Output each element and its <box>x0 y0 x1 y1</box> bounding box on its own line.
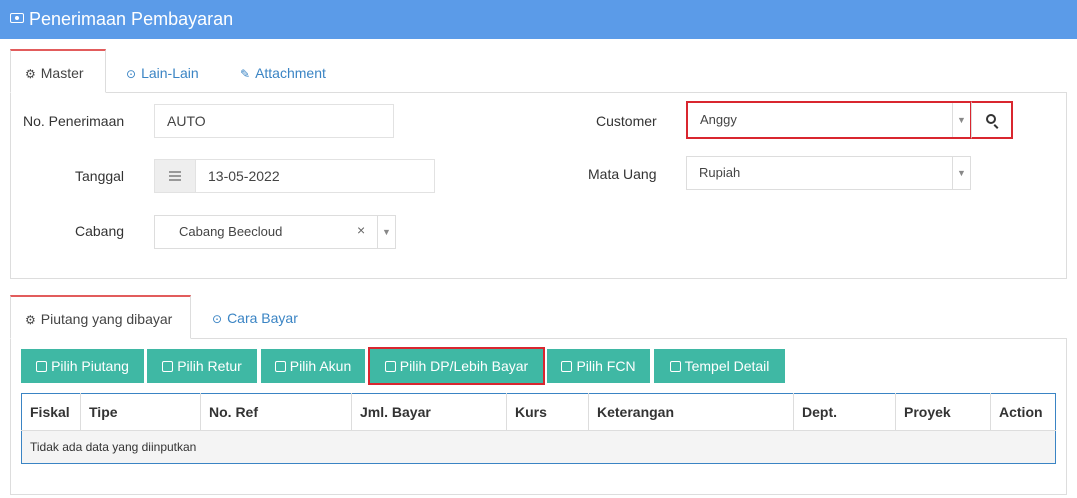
pilih-retur-button[interactable]: Pilih Retur <box>147 349 257 383</box>
title-bar: Penerimaan Pembayaran <box>0 0 1077 39</box>
pilih-akun-label: Pilih Akun <box>289 358 352 374</box>
pilih-piutang-button[interactable]: Pilih Piutang <box>21 349 144 383</box>
tab-cara-bayar-label: Cara Bayar <box>227 310 298 326</box>
gears-icon: ⚙ <box>25 67 36 81</box>
calendar-icon <box>169 171 181 181</box>
calendar-addon[interactable] <box>154 159 196 193</box>
column-header: Kurs <box>506 393 589 431</box>
clear-icon[interactable]: × <box>357 222 365 238</box>
table-header-row: Fiskal Tipe No. Ref Jml. Bayar Kurs Kete… <box>21 393 1056 431</box>
copy-icon <box>384 361 396 372</box>
no-penerimaan-field[interactable]: AUTO <box>154 104 394 138</box>
no-penerimaan-label: No. Penerimaan <box>23 113 125 129</box>
column-header: Dept. <box>793 393 896 431</box>
cabang-value: Cabang Beecloud <box>179 224 283 239</box>
check-circle-icon: ⊙ <box>126 67 137 81</box>
tempel-detail-button[interactable]: Tempel Detail <box>654 349 785 383</box>
money-icon <box>10 13 24 23</box>
check-circle-icon: ⊙ <box>212 312 223 326</box>
paperclip-icon: ✎ <box>240 67 251 81</box>
tab-master-label: Master <box>40 65 84 81</box>
paste-icon <box>669 361 681 372</box>
table-row: Tidak ada data yang diinputkan <box>21 430 1056 464</box>
pilih-retur-label: Pilih Retur <box>177 358 242 374</box>
tab-piutang-label: Piutang yang dibayar <box>40 311 173 327</box>
tab-piutang[interactable]: ⚙ Piutang yang dibayar <box>10 295 191 339</box>
tanggal-field[interactable]: 13-05-2022 <box>195 159 435 193</box>
copy-icon <box>36 361 48 372</box>
copy-icon <box>561 361 573 372</box>
tempel-detail-label: Tempel Detail <box>684 358 770 374</box>
chevron-down-icon: ▼ <box>377 216 395 248</box>
customer-value: Anggy <box>700 112 737 127</box>
page-title: Penerimaan Pembayaran <box>29 9 234 29</box>
customer-label: Customer <box>596 113 657 129</box>
customer-search-button[interactable] <box>971 101 1013 139</box>
pilih-dp-lebih-bayar-button[interactable]: Pilih DP/Lebih Bayar <box>368 347 545 385</box>
tab-master[interactable]: ⚙ Master <box>10 49 106 93</box>
pilih-piutang-label: Pilih Piutang <box>51 358 129 374</box>
pilih-fcn-label: Pilih FCN <box>576 358 636 374</box>
cabang-label: Cabang <box>75 223 125 239</box>
gears-icon: ⚙ <box>25 313 36 327</box>
column-header: Proyek <box>895 393 991 431</box>
tanggal-label: Tanggal <box>75 168 125 184</box>
pilih-dp-lebih-bayar-label: Pilih DP/Lebih Bayar <box>399 358 529 374</box>
chevron-down-icon: ▼ <box>952 157 970 189</box>
column-header: Tipe <box>80 393 201 431</box>
customer-select[interactable]: Anggy ▼ <box>686 101 972 139</box>
detail-table: Fiskal Tipe No. Ref Jml. Bayar Kurs Kete… <box>21 393 1056 464</box>
column-header: Action <box>990 393 1056 431</box>
column-header: Fiskal <box>21 393 81 431</box>
pilih-akun-button[interactable]: Pilih Akun <box>261 349 365 383</box>
column-header: No. Ref <box>200 393 352 431</box>
column-header: Jml. Bayar <box>351 393 507 431</box>
chevron-down-icon: ▼ <box>952 103 970 137</box>
copy-icon <box>274 361 286 372</box>
empty-message: Tidak ada data yang diinputkan <box>21 430 1056 464</box>
search-icon <box>986 114 996 124</box>
mata-uang-select[interactable]: Rupiah ▼ <box>686 156 971 190</box>
tab-lain-lain[interactable]: ⊙ Lain-Lain <box>112 51 213 95</box>
tab-lain-lain-label: Lain-Lain <box>141 65 199 81</box>
tab-attachment-label: Attachment <box>255 65 326 81</box>
column-header: Keterangan <box>588 393 794 431</box>
mata-uang-value: Rupiah <box>699 165 741 180</box>
pilih-fcn-button[interactable]: Pilih FCN <box>547 349 650 383</box>
tab-cara-bayar[interactable]: ⊙ Cara Bayar <box>198 296 312 340</box>
tab-attachment[interactable]: ✎ Attachment <box>226 51 340 95</box>
mata-uang-label: Mata Uang <box>588 166 657 182</box>
copy-icon <box>162 361 174 372</box>
